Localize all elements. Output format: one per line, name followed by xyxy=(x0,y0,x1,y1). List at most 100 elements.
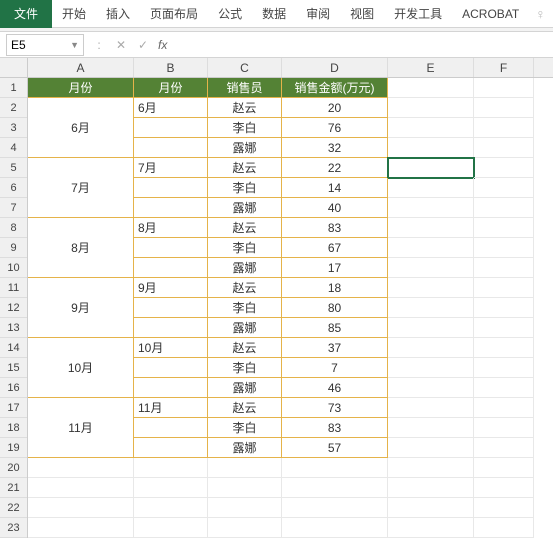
cell[interactable] xyxy=(28,518,134,538)
cell-salesperson[interactable]: 露娜 xyxy=(208,438,282,458)
cell-amount[interactable]: 57 xyxy=(282,438,388,458)
cell-salesperson[interactable]: 露娜 xyxy=(208,258,282,278)
cell[interactable] xyxy=(134,518,208,538)
enter-icon[interactable]: ✓ xyxy=(132,38,154,52)
cell[interactable] xyxy=(388,298,474,318)
cell-salesperson[interactable]: 赵云 xyxy=(208,338,282,358)
cell[interactable] xyxy=(474,338,534,358)
row-header[interactable]: 18 xyxy=(0,418,27,438)
cell[interactable] xyxy=(474,138,534,158)
cell-salesperson[interactable]: 李白 xyxy=(208,298,282,318)
cell-amount[interactable]: 85 xyxy=(282,318,388,338)
cell-month[interactable]: 10月 xyxy=(134,338,208,358)
row-header[interactable]: 8 xyxy=(0,218,27,238)
cell[interactable] xyxy=(388,338,474,358)
cell-month-merged[interactable] xyxy=(28,198,134,218)
cell-month[interactable] xyxy=(134,298,208,318)
cell-month-merged[interactable] xyxy=(28,138,134,158)
cell[interactable] xyxy=(388,498,474,518)
cell[interactable] xyxy=(388,118,474,138)
cell[interactable] xyxy=(388,78,474,98)
formula-input[interactable] xyxy=(171,34,553,56)
cell-month[interactable] xyxy=(134,258,208,278)
cell[interactable] xyxy=(474,218,534,238)
cell[interactable] xyxy=(474,398,534,418)
cell[interactable] xyxy=(474,438,534,458)
cell[interactable] xyxy=(388,138,474,158)
cell[interactable] xyxy=(388,438,474,458)
table-header-cell[interactable]: 销售金额(万元) xyxy=(282,78,388,98)
cell-salesperson[interactable]: 露娜 xyxy=(208,378,282,398)
tab-developer[interactable]: 开发工具 xyxy=(384,0,452,28)
cell-month[interactable] xyxy=(134,438,208,458)
cell-salesperson[interactable]: 赵云 xyxy=(208,158,282,178)
tab-view[interactable]: 视图 xyxy=(340,0,384,28)
cell[interactable] xyxy=(474,458,534,478)
cell-amount[interactable]: 32 xyxy=(282,138,388,158)
row-header[interactable]: 14 xyxy=(0,338,27,358)
cell[interactable] xyxy=(388,318,474,338)
cell-salesperson[interactable]: 李白 xyxy=(208,178,282,198)
cell-amount[interactable]: 83 xyxy=(282,418,388,438)
row-header[interactable]: 9 xyxy=(0,238,27,258)
cell-month-merged[interactable] xyxy=(28,398,134,418)
cell-month[interactable]: 8月 xyxy=(134,218,208,238)
row-header[interactable]: 16 xyxy=(0,378,27,398)
cell-month[interactable] xyxy=(134,198,208,218)
cell[interactable] xyxy=(388,158,474,178)
cell[interactable] xyxy=(208,518,282,538)
cell[interactable] xyxy=(388,98,474,118)
cell-month[interactable] xyxy=(134,358,208,378)
cell[interactable] xyxy=(282,518,388,538)
cell-month-merged[interactable]: 11月 xyxy=(28,418,134,438)
row-header[interactable]: 12 xyxy=(0,298,27,318)
cell-amount[interactable]: 73 xyxy=(282,398,388,418)
cell-month-merged[interactable] xyxy=(28,98,134,118)
cells-area[interactable]: 月份月份销售员销售金额(万元)6月赵云206月李白76露娜327月赵云227月李… xyxy=(28,78,534,538)
cell[interactable] xyxy=(474,298,534,318)
row-header[interactable]: 13 xyxy=(0,318,27,338)
cell-month-merged[interactable] xyxy=(28,378,134,398)
cell[interactable] xyxy=(474,118,534,138)
cell-salesperson[interactable]: 露娜 xyxy=(208,198,282,218)
cell-month-merged[interactable] xyxy=(28,218,134,238)
cell-month-merged[interactable]: 9月 xyxy=(28,298,134,318)
cell-month[interactable] xyxy=(134,378,208,398)
cell-amount[interactable]: 46 xyxy=(282,378,388,398)
cell[interactable] xyxy=(474,478,534,498)
cell[interactable] xyxy=(282,478,388,498)
cell-month-merged[interactable]: 6月 xyxy=(28,118,134,138)
row-header[interactable]: 19 xyxy=(0,438,27,458)
cell-month-merged[interactable]: 7月 xyxy=(28,178,134,198)
row-header[interactable]: 10 xyxy=(0,258,27,278)
cell-month[interactable] xyxy=(134,418,208,438)
cell-salesperson[interactable]: 李白 xyxy=(208,238,282,258)
cell-salesperson[interactable]: 露娜 xyxy=(208,138,282,158)
cell-month-merged[interactable] xyxy=(28,338,134,358)
table-header-cell[interactable]: 销售员 xyxy=(208,78,282,98)
row-header[interactable]: 6 xyxy=(0,178,27,198)
cell[interactable] xyxy=(474,358,534,378)
row-header[interactable]: 7 xyxy=(0,198,27,218)
cell[interactable] xyxy=(474,158,534,178)
row-header[interactable]: 2 xyxy=(0,98,27,118)
table-header-cell[interactable]: 月份 xyxy=(134,78,208,98)
cell[interactable] xyxy=(474,238,534,258)
table-header-cell[interactable]: 月份 xyxy=(28,78,134,98)
cell[interactable] xyxy=(474,198,534,218)
cell-amount[interactable]: 7 xyxy=(282,358,388,378)
cell[interactable] xyxy=(388,358,474,378)
tab-page-layout[interactable]: 页面布局 xyxy=(140,0,208,28)
cell[interactable] xyxy=(474,518,534,538)
cell[interactable] xyxy=(388,238,474,258)
cell-month[interactable]: 11月 xyxy=(134,398,208,418)
cell-salesperson[interactable]: 赵云 xyxy=(208,278,282,298)
cell[interactable] xyxy=(388,398,474,418)
tab-home[interactable]: 开始 xyxy=(52,0,96,28)
row-header[interactable]: 20 xyxy=(0,458,27,478)
col-header-D[interactable]: D xyxy=(282,58,388,77)
cell[interactable] xyxy=(208,498,282,518)
cell-salesperson[interactable]: 赵云 xyxy=(208,98,282,118)
cell-month-merged[interactable] xyxy=(28,158,134,178)
col-header-E[interactable]: E xyxy=(388,58,474,77)
